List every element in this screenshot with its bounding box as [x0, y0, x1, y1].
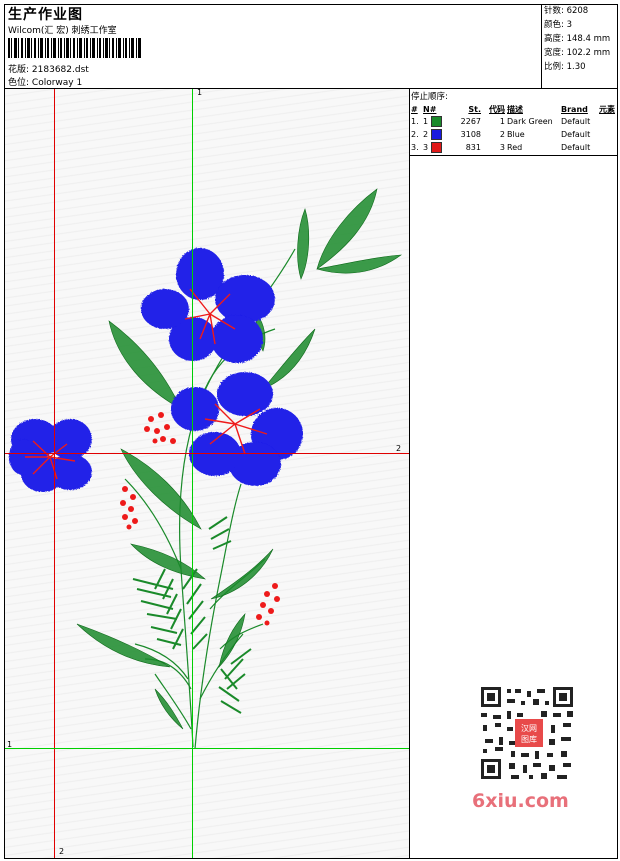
page-title: 生产作业图	[8, 7, 83, 23]
stat-stitches: 针数: 6208	[544, 6, 589, 16]
guide-vertical-2[interactable]	[54, 89, 55, 858]
guide-v1-label: 1	[197, 88, 203, 97]
panel-divider	[410, 155, 618, 156]
stop-sequence-title: 停止顺序:	[411, 92, 448, 102]
col-index: #	[411, 104, 418, 114]
svg-text:汉网: 汉网	[521, 724, 537, 733]
qr-code-watermark: 汉网 图库	[471, 681, 583, 785]
color-swatch-red	[430, 142, 442, 153]
color-table: # N# St. 代码 描述 Brand 元素 1. 1 2267 1 Dark…	[410, 103, 618, 154]
design-label: 花版:	[8, 65, 30, 75]
design-file: 2183682.dst	[31, 65, 89, 75]
guide-vertical-1[interactable]	[192, 89, 193, 858]
barcode-image	[8, 38, 141, 58]
qr-code-icon: 汉网 图库	[471, 681, 583, 785]
table-row[interactable]: 2. 2 3108 2 Blue Default	[410, 128, 618, 141]
site-watermark: 6xiu.com	[472, 790, 569, 812]
colorway-label: 色位:	[8, 78, 30, 88]
stat-colors: 颜色: 3	[544, 20, 572, 30]
col-stitches: St.	[468, 104, 481, 114]
embroidery-artwork	[9, 188, 403, 750]
guide-horizontal-1[interactable]	[5, 748, 409, 749]
stats-box: 针数: 6208 颜色: 3 高度: 148.4 mm 宽度: 102.2 mm…	[541, 4, 619, 88]
col-description: 描述	[507, 104, 523, 114]
stop-sequence-panel: 停止顺序: # N# St. 代码 描述 Brand 元素 1. 1 2267 …	[410, 89, 618, 154]
table-row[interactable]: 1. 1 2267 1 Dark Green Default	[410, 115, 618, 128]
svg-text:图库: 图库	[521, 734, 537, 744]
design-canvas[interactable]	[5, 89, 409, 858]
guide-horizontal-2[interactable]	[5, 453, 409, 454]
stat-height: 高度: 148.4 mm	[544, 34, 611, 44]
colorway-line: 色位: Colorway 1	[8, 75, 82, 88]
col-code: 代码	[489, 104, 505, 114]
col-brand: Brand	[561, 104, 588, 114]
col-element: 元素	[599, 104, 615, 114]
design-line: 花版: 2183682.dst	[8, 62, 89, 75]
company-name: Wilcom(汇 宏) 刺绣工作室	[8, 26, 117, 36]
stat-width: 宽度: 102.2 mm	[544, 48, 611, 58]
table-row[interactable]: 3. 3 831 3 Red Default	[410, 141, 618, 154]
guide-h2-label: 2	[396, 444, 402, 453]
color-swatch-dark-green	[430, 116, 442, 127]
guide-h1-label: 1	[7, 740, 13, 749]
guide-v2-label: 2	[59, 847, 65, 856]
colorway-value: Colorway 1	[31, 78, 83, 88]
col-needle: N#	[423, 104, 437, 114]
color-table-header: # N# St. 代码 描述 Brand 元素	[410, 103, 618, 115]
stat-scale: 比例: 1.30	[544, 62, 586, 72]
color-swatch-blue	[430, 129, 442, 140]
canvas-divider	[409, 89, 410, 859]
